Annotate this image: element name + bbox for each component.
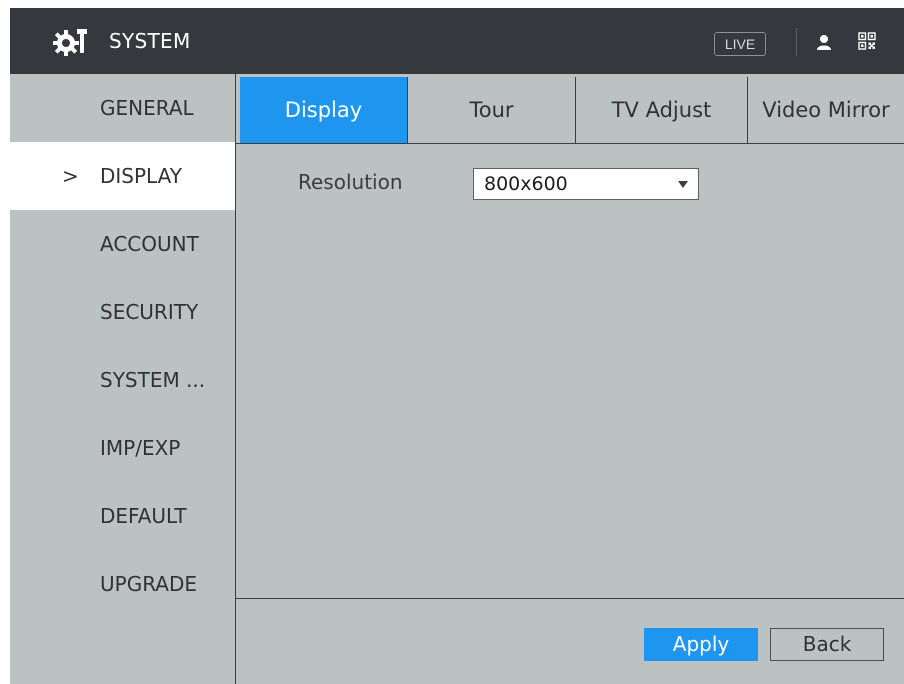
back-button[interactable]: Back	[770, 628, 884, 661]
chevron-right-icon: >	[62, 164, 79, 188]
titlebar-divider	[796, 28, 797, 56]
apply-button[interactable]: Apply	[644, 628, 758, 661]
system-window: SYSTEM LIVE GENERAL > DISPLAY ACCOUNT SE…	[10, 8, 904, 684]
tab-tv-adjust[interactable]: TV Adjust	[575, 77, 747, 143]
user-icon[interactable]	[816, 34, 832, 50]
sidebar-item-label: SECURITY	[100, 300, 199, 324]
resolution-label: Resolution	[298, 170, 403, 194]
live-button[interactable]: LIVE	[714, 32, 766, 56]
resolution-value: 800x600	[484, 173, 568, 195]
sidebar-item-label: GENERAL	[100, 96, 194, 120]
sidebar: GENERAL > DISPLAY ACCOUNT SECURITY SYSTE…	[10, 74, 236, 684]
dropdown-arrow-icon	[678, 181, 688, 188]
sidebar-item-label: UPGRADE	[100, 572, 198, 596]
title-bar: SYSTEM LIVE	[10, 8, 904, 74]
sidebar-item-display[interactable]: > DISPLAY	[10, 142, 235, 210]
sidebar-item-label: ACCOUNT	[100, 232, 199, 256]
system-gear-wrench-icon	[53, 29, 87, 56]
resolution-dropdown[interactable]: 800x600	[473, 168, 699, 200]
sidebar-item-imp-exp[interactable]: IMP/EXP	[10, 414, 235, 482]
tab-tour[interactable]: Tour	[407, 77, 575, 143]
sidebar-item-default[interactable]: DEFAULT	[10, 482, 235, 550]
sidebar-item-label: SYSTEM ...	[100, 368, 206, 392]
qr-code-icon[interactable]	[858, 32, 876, 50]
sidebar-item-label: IMP/EXP	[100, 436, 181, 460]
sidebar-item-account[interactable]: ACCOUNT	[10, 210, 235, 278]
tab-video-mirror[interactable]: Video Mirror	[747, 77, 904, 143]
sidebar-item-security[interactable]: SECURITY	[10, 278, 235, 346]
tab-display[interactable]: Display	[240, 77, 407, 143]
footer-divider	[236, 598, 904, 599]
tab-divider	[236, 143, 904, 144]
tab-bar: Display Tour TV Adjust Video Mirror	[236, 74, 904, 143]
page-title: SYSTEM	[109, 29, 191, 53]
sidebar-item-label: DEFAULT	[100, 504, 187, 528]
sidebar-item-label: DISPLAY	[100, 164, 183, 188]
sidebar-item-general[interactable]: GENERAL	[10, 74, 235, 142]
sidebar-item-system-info[interactable]: SYSTEM ...	[10, 346, 235, 414]
sidebar-item-upgrade[interactable]: UPGRADE	[10, 550, 235, 618]
